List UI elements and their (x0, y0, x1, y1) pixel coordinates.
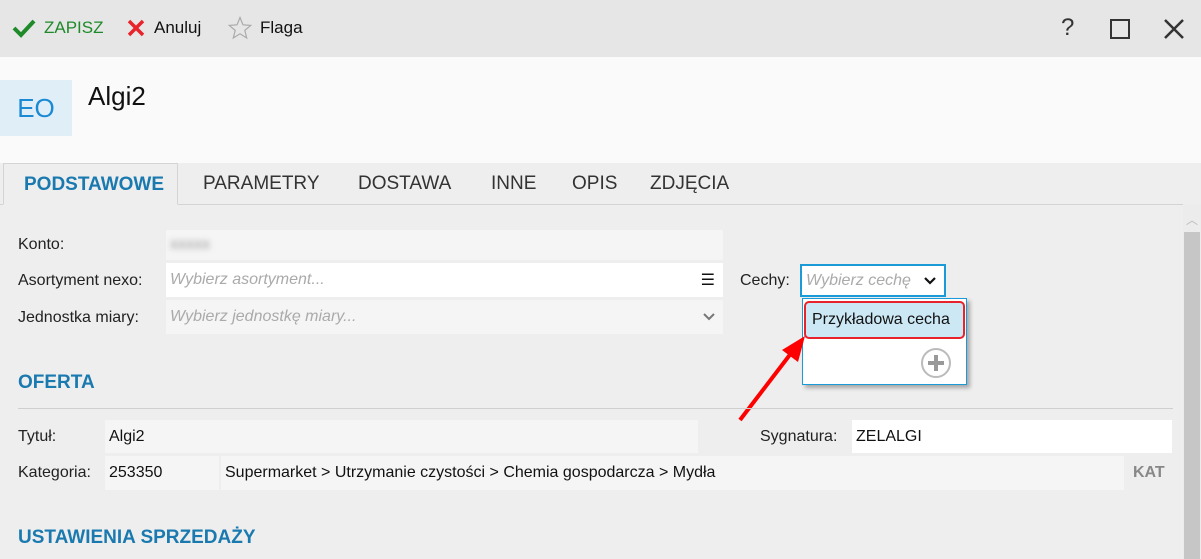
section-ustawienia-sprzedazy: USTAWIENIA SPRZEDAŻY (18, 527, 256, 548)
kategoria-id: 253350 (109, 464, 163, 481)
save-button[interactable]: ZAPISZ (12, 14, 104, 42)
header: EO Algi2 (0, 57, 1201, 163)
cechy-select[interactable]: Wybierz cechę (800, 264, 946, 297)
save-label: ZAPISZ (44, 18, 104, 37)
sygnatura-value: ZELALGI (856, 427, 922, 445)
kat-button[interactable]: KAT (1133, 464, 1165, 482)
add-icon[interactable] (920, 347, 952, 379)
tab-inne[interactable]: INNE (476, 163, 551, 205)
flag-button[interactable]: Flaga (228, 14, 303, 42)
cechy-option[interactable]: Przykładowa cecha (804, 301, 965, 339)
konto-field: xxxxx (166, 230, 723, 260)
divider (18, 408, 1173, 409)
chevron-down-icon (924, 276, 936, 285)
tytul-value: Algi2 (109, 427, 145, 445)
jednostka-placeholder: Wybierz jednostkę miary... (170, 308, 357, 325)
asortyment-label: Asortyment nexo: (18, 272, 143, 289)
flag-label: Flaga (260, 18, 303, 37)
annotation-arrow (738, 336, 805, 422)
kategoria-path-field: Supermarket > Utrzymanie czystości > Che… (221, 456, 1124, 490)
tab-podstawowe[interactable]: PODSTAWOWE (3, 163, 179, 205)
section-oferta: OFERTA (18, 372, 95, 393)
tytul-label: Tytuł: (18, 428, 57, 445)
star-icon (228, 16, 252, 40)
maximize-button[interactable] (1110, 19, 1130, 39)
asortyment-input[interactable]: Wybierz asortyment... ☰ (166, 263, 723, 297)
asortyment-placeholder: Wybierz asortyment... (170, 271, 325, 288)
sygnatura-input[interactable]: ZELALGI (852, 420, 1172, 453)
tab-opis[interactable]: OPIS (557, 163, 632, 205)
kategoria-path: Supermarket > Utrzymanie czystości > Che… (225, 464, 716, 481)
chevron-down-icon (703, 313, 715, 321)
cancel-button[interactable]: Anuluj (126, 14, 201, 42)
kategoria-id-field[interactable]: 253350 (105, 456, 219, 490)
jednostka-select[interactable]: Wybierz jednostkę miary... (166, 300, 723, 334)
check-icon (12, 19, 36, 38)
toolbar: ZAPISZ Anuluj Flaga ? (0, 0, 1201, 57)
entity-badge: EO (0, 80, 72, 136)
close-button[interactable] (1163, 18, 1185, 40)
tab-zdjecia[interactable]: ZDJĘCIA (635, 163, 744, 205)
tytul-input[interactable]: Algi2 (105, 420, 698, 453)
konto-label: Konto: (18, 236, 65, 253)
cechy-label: Cechy: (740, 272, 790, 289)
tab-parametry[interactable]: PARAMETRY (188, 163, 335, 205)
cancel-label: Anuluj (154, 18, 202, 37)
scroll-up-icon[interactable]: ︿ (1186, 211, 1198, 228)
tab-bar: PODSTAWOWE PARAMETRY DOSTAWA INNE OPIS Z… (0, 163, 1183, 205)
jednostka-label: Jednostka miary: (18, 309, 139, 326)
page-title: Algi2 (88, 81, 146, 111)
cechy-dropdown: Przykładowa cecha (802, 298, 967, 385)
kategoria-label: Kategoria: (18, 464, 91, 481)
konto-value: xxxxx (170, 236, 210, 253)
list-icon[interactable]: ☰ (701, 270, 715, 290)
x-icon (127, 19, 145, 37)
scrollbar-thumb[interactable] (1184, 232, 1200, 559)
tab-dostawa[interactable]: DOSTAWA (343, 163, 466, 205)
sygnatura-label: Sygnatura: (760, 428, 838, 445)
cechy-placeholder: Wybierz cechę (806, 271, 911, 289)
help-button[interactable]: ? (1061, 14, 1074, 42)
